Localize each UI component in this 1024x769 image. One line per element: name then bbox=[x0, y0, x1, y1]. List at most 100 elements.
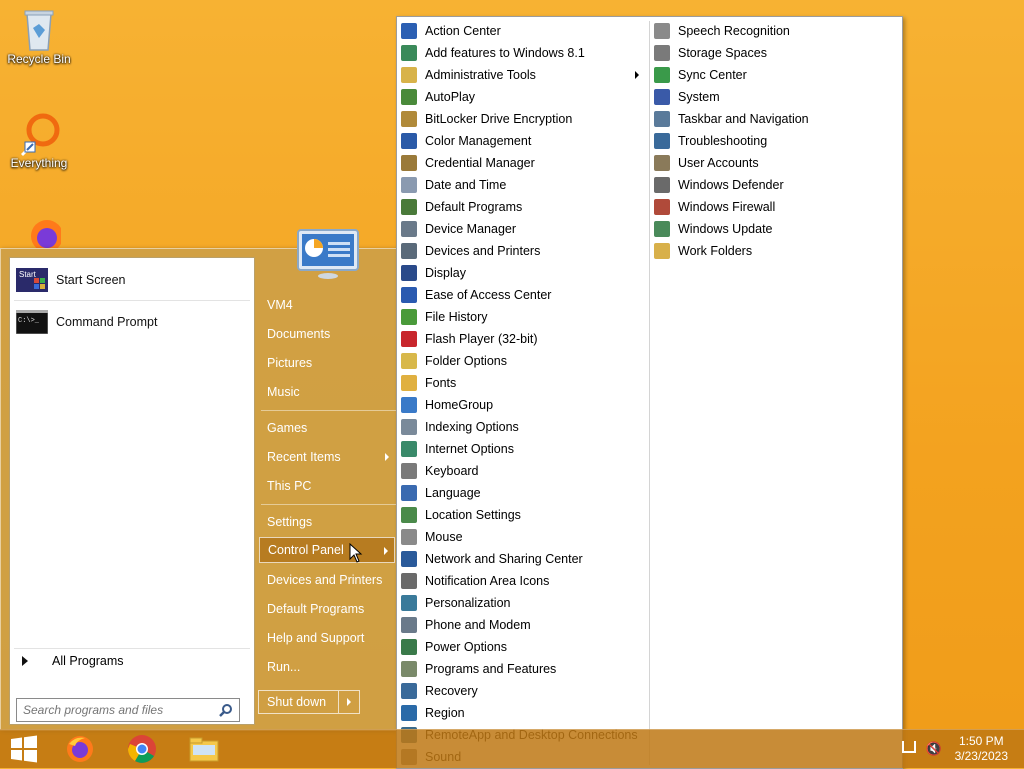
cp-item-taskbar-and-navigation[interactable]: Taskbar and Navigation bbox=[654, 108, 894, 130]
speech-recognition-icon bbox=[654, 23, 670, 39]
cp-item-bitlocker-drive-encryption[interactable]: BitLocker Drive Encryption bbox=[401, 108, 645, 130]
right-item-help-support[interactable]: Help and Support bbox=[259, 625, 395, 651]
cp-item-device-manager[interactable]: Device Manager bbox=[401, 218, 645, 240]
cp-item-label: Work Folders bbox=[678, 244, 753, 258]
keyboard-icon bbox=[401, 463, 417, 479]
shutdown-button[interactable]: Shut down bbox=[259, 691, 339, 713]
user-picture-icon[interactable] bbox=[296, 228, 360, 280]
cp-item-color-management[interactable]: Color Management bbox=[401, 130, 645, 152]
pinned-start-screen[interactable]: Start Start Screen bbox=[14, 262, 250, 298]
cp-item-troubleshooting[interactable]: Troubleshooting bbox=[654, 130, 894, 152]
volume-muted-icon[interactable]: 🔇 bbox=[926, 741, 942, 757]
divider bbox=[14, 300, 250, 301]
cp-item-mouse[interactable]: Mouse bbox=[401, 526, 645, 548]
cp-item-internet-options[interactable]: Internet Options bbox=[401, 438, 645, 460]
cp-item-location-settings[interactable]: Location Settings bbox=[401, 504, 645, 526]
search-input[interactable] bbox=[17, 702, 219, 718]
system-tray: 🔇 bbox=[901, 740, 942, 757]
cp-item-label: AutoPlay bbox=[425, 90, 476, 104]
right-item-label: Settings bbox=[267, 515, 313, 529]
cp-item-display[interactable]: Display bbox=[401, 262, 645, 284]
cp-item-action-center[interactable]: Action Center bbox=[401, 20, 645, 42]
cp-item-homegroup[interactable]: HomeGroup bbox=[401, 394, 645, 416]
right-item-this-pc[interactable]: This PC bbox=[259, 473, 395, 499]
location-settings-icon bbox=[401, 507, 417, 523]
taskbar-and-navigation-icon bbox=[654, 111, 670, 127]
cp-item-folder-options[interactable]: Folder Options bbox=[401, 350, 645, 372]
cp-item-label: Speech Recognition bbox=[678, 24, 790, 38]
taskbar-chrome[interactable] bbox=[120, 733, 164, 765]
search-icon[interactable] bbox=[219, 703, 233, 717]
right-item-vm4[interactable]: VM4 bbox=[259, 292, 395, 318]
cp-item-language[interactable]: Language bbox=[401, 482, 645, 504]
cp-item-windows-update[interactable]: Windows Update bbox=[654, 218, 894, 240]
everything-search-icon bbox=[17, 110, 61, 156]
right-item-pictures[interactable]: Pictures bbox=[259, 350, 395, 376]
cp-item-programs-and-features[interactable]: Programs and Features bbox=[401, 658, 645, 680]
cp-item-recovery[interactable]: Recovery bbox=[401, 680, 645, 702]
cp-item-fonts[interactable]: Fonts bbox=[401, 372, 645, 394]
cp-item-default-programs[interactable]: Default Programs bbox=[401, 196, 645, 218]
cp-item-sync-center[interactable]: Sync Center bbox=[654, 64, 894, 86]
cp-item-notification-area-icons[interactable]: Notification Area Icons bbox=[401, 570, 645, 592]
cp-item-flash-player-32-bit[interactable]: Flash Player (32-bit) bbox=[401, 328, 645, 350]
cp-item-label: Date and Time bbox=[425, 178, 507, 192]
cp-item-phone-and-modem[interactable]: Phone and Modem bbox=[401, 614, 645, 636]
cp-item-administrative-tools[interactable]: Administrative Tools bbox=[401, 64, 645, 86]
file-explorer-icon bbox=[189, 737, 219, 762]
taskbar-firefox[interactable] bbox=[58, 733, 102, 765]
right-item-documents[interactable]: Documents bbox=[259, 321, 395, 347]
right-item-run[interactable]: Run... bbox=[259, 654, 395, 680]
cp-item-devices-and-printers[interactable]: Devices and Printers bbox=[401, 240, 645, 262]
taskbar-file-explorer[interactable] bbox=[182, 733, 226, 765]
cp-item-label: User Accounts bbox=[678, 156, 759, 170]
start-button[interactable] bbox=[2, 733, 46, 765]
cp-item-region[interactable]: Region bbox=[401, 702, 645, 724]
right-item-music[interactable]: Music bbox=[259, 379, 395, 405]
cp-item-windows-defender[interactable]: Windows Defender bbox=[654, 174, 894, 196]
pinned-command-prompt[interactable]: C:\>_ Command Prompt bbox=[14, 304, 250, 340]
user-accounts-icon bbox=[654, 155, 670, 171]
right-item-control-panel[interactable]: Control Panel bbox=[259, 537, 395, 563]
cp-item-ease-of-access-center[interactable]: Ease of Access Center bbox=[401, 284, 645, 306]
search-box[interactable] bbox=[16, 698, 240, 722]
right-item-devices-printers[interactable]: Devices and Printers bbox=[259, 567, 395, 593]
cp-item-label: Mouse bbox=[425, 530, 463, 544]
desktop-icon-everything[interactable]: Everything bbox=[4, 110, 74, 170]
cp-item-label: Region bbox=[425, 706, 465, 720]
right-item-games[interactable]: Games bbox=[259, 415, 395, 441]
default-programs-icon bbox=[401, 199, 417, 215]
cp-item-speech-recognition[interactable]: Speech Recognition bbox=[654, 20, 894, 42]
cp-item-keyboard[interactable]: Keyboard bbox=[401, 460, 645, 482]
right-item-recent-items[interactable]: Recent Items bbox=[259, 444, 395, 470]
cp-item-autoplay[interactable]: AutoPlay bbox=[401, 86, 645, 108]
divider bbox=[14, 648, 250, 649]
cp-item-system[interactable]: System bbox=[654, 86, 894, 108]
desktop-icon-recycle-bin[interactable]: Recycle Bin bbox=[4, 6, 74, 66]
cp-item-label: Windows Update bbox=[678, 222, 773, 236]
cp-item-label: Windows Defender bbox=[678, 178, 784, 192]
cp-item-add-features-to-windows-8-1[interactable]: Add features to Windows 8.1 bbox=[401, 42, 645, 64]
all-programs-button[interactable]: All Programs bbox=[18, 654, 124, 668]
all-programs-label: All Programs bbox=[52, 654, 124, 668]
right-item-default-programs[interactable]: Default Programs bbox=[259, 596, 395, 622]
cp-item-work-folders[interactable]: Work Folders bbox=[654, 240, 894, 262]
cp-item-user-accounts[interactable]: User Accounts bbox=[654, 152, 894, 174]
cp-item-power-options[interactable]: Power Options bbox=[401, 636, 645, 658]
windows-update-icon bbox=[654, 221, 670, 237]
cp-item-label: Language bbox=[425, 486, 481, 500]
cp-item-network-and-sharing-center[interactable]: Network and Sharing Center bbox=[401, 548, 645, 570]
right-item-settings[interactable]: Settings bbox=[259, 509, 395, 535]
cp-item-windows-firewall[interactable]: Windows Firewall bbox=[654, 196, 894, 218]
cp-item-storage-spaces[interactable]: Storage Spaces bbox=[654, 42, 894, 64]
clock[interactable]: 1:50 PM 3/23/2023 bbox=[955, 734, 1008, 764]
cp-item-file-history[interactable]: File History bbox=[401, 306, 645, 328]
chevron-right-icon bbox=[384, 547, 388, 555]
cp-item-indexing-options[interactable]: Indexing Options bbox=[401, 416, 645, 438]
cp-item-credential-manager[interactable]: Credential Manager bbox=[401, 152, 645, 174]
cp-item-personalization[interactable]: Personalization bbox=[401, 592, 645, 614]
shutdown-options-button[interactable] bbox=[339, 691, 359, 713]
chevron-right-icon bbox=[22, 656, 28, 666]
network-icon[interactable] bbox=[901, 741, 916, 753]
cp-item-date-and-time[interactable]: Date and Time bbox=[401, 174, 645, 196]
